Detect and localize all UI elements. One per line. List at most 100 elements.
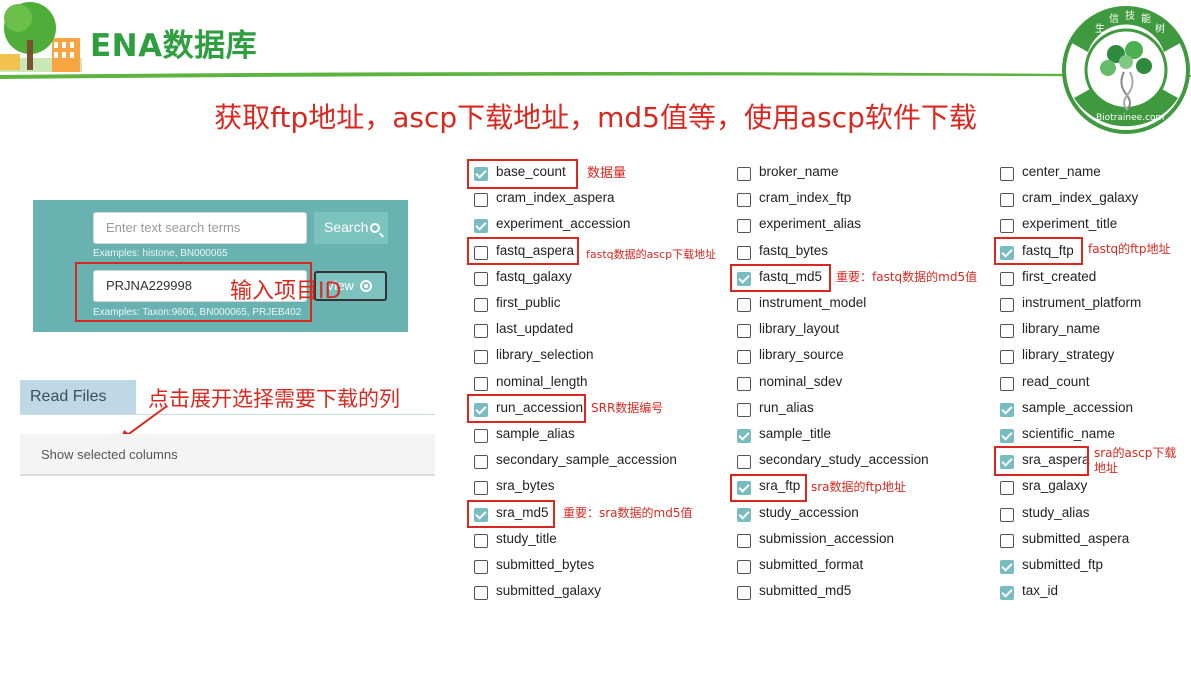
column-checkbox[interactable] [474, 324, 488, 338]
column-checkbox[interactable] [737, 324, 751, 338]
column-checkbox[interactable] [474, 429, 488, 443]
column-label: instrument_model [759, 295, 867, 310]
search-icon [370, 223, 381, 233]
column-checkbox[interactable] [737, 534, 751, 548]
column-label: submitted_aspera [1022, 531, 1130, 546]
sra-md5-note: 重要：sra数据的md5值 [563, 506, 693, 520]
show-selected-columns-toggle[interactable]: Show selected columns [20, 434, 435, 476]
column-label: sample_alias [496, 426, 575, 441]
column-checkbox[interactable] [1000, 272, 1014, 286]
column-label: nominal_length [496, 374, 588, 389]
sra-ftp-highlight [730, 474, 807, 502]
header-divider [0, 72, 1191, 79]
column-label: secondary_study_accession [759, 452, 929, 467]
column-label: experiment_alias [759, 216, 862, 231]
fastq-aspera-highlight [467, 237, 579, 265]
column-checkbox[interactable] [474, 586, 488, 600]
run-accession-highlight [467, 394, 586, 423]
column-checkbox[interactable] [474, 350, 488, 364]
column-checkbox[interactable] [1000, 508, 1014, 522]
column-checkbox[interactable] [737, 455, 751, 469]
column-label: fastq_bytes [759, 243, 829, 258]
svg-text:信: 信 [1109, 13, 1119, 25]
column-checkbox[interactable] [737, 193, 751, 207]
column-checkbox[interactable] [474, 455, 488, 469]
column-label: cram_index_aspera [496, 190, 615, 205]
column-checkbox[interactable] [737, 246, 751, 260]
column-checkbox[interactable] [737, 167, 751, 181]
column-checkbox[interactable] [1000, 324, 1014, 338]
column-label: last_updated [496, 321, 574, 336]
column-checkbox[interactable] [737, 298, 751, 312]
column-label: secondary_sample_accession [496, 452, 677, 467]
column-checkbox[interactable] [1000, 429, 1014, 443]
sra-aspera-note-line2: 地址 [1094, 461, 1119, 475]
column-label: cram_index_galaxy [1022, 190, 1139, 205]
svg-text:能: 能 [1141, 12, 1151, 25]
column-label: first_created [1022, 269, 1097, 284]
column-label: library_layout [759, 321, 840, 336]
search-input[interactable]: Enter text search terms [93, 212, 307, 244]
svg-text:技: 技 [1125, 9, 1135, 22]
slide-subtitle: 获取ftp地址，ascp下载地址，md5值等，使用ascp软件下载 [214, 101, 977, 134]
fastq-aspera-note: fastq数据的ascp下载地址 [586, 248, 717, 261]
column-checkbox[interactable] [1000, 403, 1014, 417]
column-label: first_public [496, 295, 561, 310]
column-checkbox[interactable] [474, 560, 488, 574]
column-label: nominal_sdev [759, 374, 843, 389]
column-checkbox[interactable] [474, 377, 488, 391]
column-checkbox[interactable] [1000, 481, 1014, 495]
column-label: sra_bytes [496, 478, 555, 493]
column-label: center_name [1022, 164, 1101, 179]
column-label: library_source [759, 347, 844, 362]
column-label: library_selection [496, 347, 594, 362]
column-checkbox[interactable] [737, 219, 751, 233]
column-label: library_strategy [1022, 347, 1115, 362]
column-checkbox[interactable] [737, 403, 751, 417]
column-checkbox[interactable] [1000, 377, 1014, 391]
tree-decoration-icon [0, 2, 82, 72]
search-button-label: Search [324, 219, 369, 235]
column-checkbox[interactable] [474, 219, 488, 233]
column-label: sample_title [759, 426, 832, 441]
column-checkbox[interactable] [1000, 298, 1014, 312]
column-checkbox[interactable] [737, 560, 751, 574]
column-checkbox[interactable] [1000, 350, 1014, 364]
column-checkbox[interactable] [474, 534, 488, 548]
column-checkbox[interactable] [737, 350, 751, 364]
column-label: submitted_md5 [759, 583, 852, 598]
expand-note: 点击展开选择需要下载的列 [148, 387, 400, 411]
search-button[interactable]: Search [314, 212, 388, 244]
base-count-highlight [467, 159, 578, 189]
column-checkbox[interactable] [737, 586, 751, 600]
column-checkbox[interactable] [1000, 534, 1014, 548]
sra-md5-highlight [467, 500, 555, 528]
column-checkbox[interactable] [474, 481, 488, 495]
column-checkbox[interactable] [737, 508, 751, 522]
column-checkbox[interactable] [1000, 193, 1014, 207]
column-checkbox[interactable] [474, 298, 488, 312]
fastq-ftp-note: fastq的ftp地址 [1088, 242, 1171, 256]
svg-text:树: 树 [1155, 22, 1165, 35]
column-label: experiment_title [1022, 216, 1118, 231]
column-label: instrument_platform [1022, 295, 1142, 310]
column-checkbox[interactable] [737, 429, 751, 443]
column-label: experiment_accession [496, 216, 631, 231]
column-checkbox[interactable] [1000, 167, 1014, 181]
column-checkbox[interactable] [737, 377, 751, 391]
id-note: 输入项目ID [230, 279, 342, 304]
column-label: study_title [496, 531, 557, 546]
column-label: scientific_name [1022, 426, 1116, 441]
column-label: submitted_ftp [1022, 557, 1104, 572]
column-checkbox[interactable] [1000, 586, 1014, 600]
run-accession-note: SRR数据编号 [591, 401, 664, 415]
column-checkbox[interactable] [474, 193, 488, 207]
slide-title: ENA数据库 [90, 28, 258, 64]
column-checkbox[interactable] [474, 272, 488, 286]
sra-aspera-highlight [994, 446, 1089, 476]
column-checkbox[interactable] [1000, 560, 1014, 574]
fastq-ftp-highlight [994, 237, 1083, 265]
column-checkbox[interactable] [1000, 219, 1014, 233]
column-label: run_alias [759, 400, 814, 415]
svg-text:生: 生 [1095, 22, 1105, 35]
